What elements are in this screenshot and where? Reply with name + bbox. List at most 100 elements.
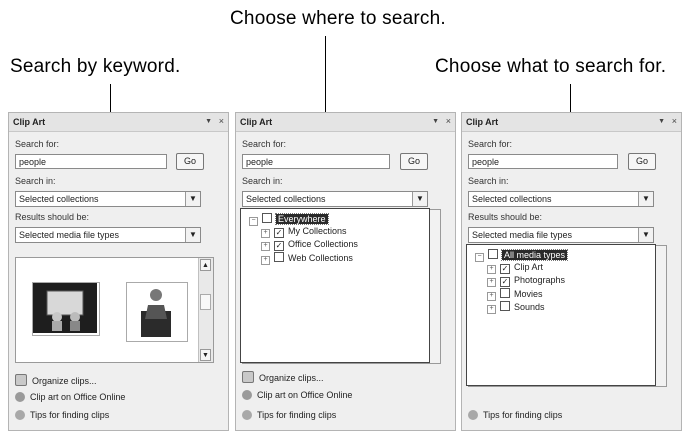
expand-icon[interactable]: + [261,242,270,251]
results-area: ▲ ▼ [15,257,214,363]
tree-label: Photographs [514,275,566,285]
tree-node-office-collections[interactable]: + ✓ Office Collections [261,239,358,251]
checkbox[interactable] [500,288,510,298]
go-button[interactable]: Go [628,153,656,170]
office-online-link[interactable]: Clip art on Office Online [15,392,125,402]
expand-icon[interactable]: + [261,229,270,238]
clip-thumbnail-person[interactable] [126,282,188,342]
close-icon[interactable]: × [219,116,224,126]
scroll-down-icon[interactable]: ▼ [200,349,211,361]
search-input[interactable]: people [242,154,390,169]
checkbox[interactable]: ✓ [500,264,510,274]
close-icon[interactable]: × [672,116,677,126]
collapse-icon[interactable]: − [249,217,258,226]
pane-titlebar: Clip Art ▼ × [9,113,228,132]
tree-node-everywhere[interactable]: − Everywhere [249,213,329,226]
media-types-dropdown: − All media types + ✓ Clip Art + ✓ Photograph… [466,244,656,386]
organize-clips-link[interactable]: Organize clips... [15,374,97,386]
search-in-select[interactable]: Selected collections ▼ [242,191,428,207]
callout-search-keyword: Search by keyword. [10,56,181,77]
results-value: Selected media file types [472,230,573,240]
expand-icon[interactable]: + [487,265,496,274]
results-select[interactable]: Selected media file types ▼ [468,227,654,243]
clip-art-pane-what: Clip Art ▼ × Search for: people Go Searc… [461,112,682,431]
callout-search-what: Choose what to search for. [435,56,667,77]
pane-options-icon[interactable]: ▼ [658,118,665,125]
office-online-link[interactable]: Clip art on Office Online [242,390,352,400]
organize-clips-link[interactable]: Organize clips... [242,371,324,383]
tree-node-movies[interactable]: + Movies [487,288,543,301]
expand-icon[interactable]: + [261,256,270,265]
search-in-label: Search in: [468,176,509,186]
go-button[interactable]: Go [176,153,204,170]
checkbox[interactable]: ✓ [274,228,284,238]
tips-link[interactable]: Tips for finding clips [15,410,109,420]
tips-link[interactable]: Tips for finding clips [468,410,562,420]
checkbox[interactable]: ✓ [274,241,284,251]
pane-title: Clip Art [13,117,46,127]
pane-options-icon[interactable]: ▼ [432,118,439,125]
organize-icon [15,374,27,386]
chevron-down-icon[interactable]: ▼ [638,228,653,242]
chevron-down-icon[interactable]: ▼ [412,192,427,206]
search-input[interactable]: people [468,154,618,169]
office-online-label: Clip art on Office Online [257,390,353,400]
search-in-select[interactable]: Selected collections ▼ [468,191,654,207]
tree-node-photographs[interactable]: + ✓ Photographs [487,275,565,287]
expand-icon[interactable]: + [487,305,496,314]
tree-node-my-collections[interactable]: + ✓ My Collections [261,226,347,238]
tree-label: All media types [500,249,569,261]
results-label: Results should be: [468,212,543,222]
tree-node-sounds[interactable]: + Sounds [487,301,545,314]
checkbox[interactable] [500,301,510,311]
organize-label: Organize clips... [259,373,324,383]
expand-icon[interactable]: + [487,278,496,287]
checkbox[interactable] [274,252,284,262]
close-icon[interactable]: × [446,116,451,126]
search-in-select[interactable]: Selected collections ▼ [15,191,201,207]
results-label: Results should be: [15,212,90,222]
scroll-thumb[interactable] [200,294,211,310]
pane-titlebar: Clip Art ▼ × [236,113,455,132]
tree-node-web-collections[interactable]: + Web Collections [261,252,353,265]
search-for-label: Search for: [242,139,287,149]
expand-icon[interactable]: + [487,292,496,301]
clip-thumbnail-people-screen[interactable] [32,282,100,336]
checkbox[interactable] [262,213,272,223]
search-for-label: Search for: [468,139,513,149]
checkbox[interactable]: ✓ [500,277,510,287]
tips-link[interactable]: Tips for finding clips [242,410,336,420]
results-select[interactable]: Selected media file types ▼ [15,227,201,243]
checkbox[interactable] [488,249,498,259]
tree-label: Web Collections [288,253,353,263]
go-button[interactable]: Go [400,153,428,170]
chevron-down-icon[interactable]: ▼ [185,192,200,206]
pane-title: Clip Art [466,117,499,127]
organize-icon [242,371,254,383]
search-in-value: Selected collections [472,194,552,204]
search-input[interactable]: people [15,154,167,169]
pane-options-icon[interactable]: ▼ [205,118,212,125]
search-in-value: Selected collections [19,194,99,204]
help-icon [468,410,478,420]
tree-node-clip-art[interactable]: + ✓ Clip Art [487,262,543,274]
tree-node-all-media[interactable]: − All media types [475,249,569,262]
clip-image [33,283,97,333]
results-scrollbar[interactable]: ▲ ▼ [198,258,213,362]
clip-art-pane-keyword: Clip Art ▼ × Search for: people Go Searc… [8,112,229,431]
help-icon [242,410,252,420]
chevron-down-icon[interactable]: ▼ [185,228,200,242]
results-value: Selected media file types [19,230,120,240]
help-icon [15,410,25,420]
scroll-up-icon[interactable]: ▲ [200,259,211,271]
clip-art-pane-where: Clip Art ▼ × Search for: people Go Searc… [235,112,456,431]
tree-label: Sounds [514,302,545,312]
tree-label: My Collections [288,226,347,236]
search-in-value: Selected collections [246,194,326,204]
office-online-label: Clip art on Office Online [30,392,126,402]
collections-dropdown: − Everywhere + ✓ My Collections + ✓ Office Co… [240,208,430,363]
chevron-down-icon[interactable]: ▼ [638,192,653,206]
organize-label: Organize clips... [32,376,97,386]
tips-label: Tips for finding clips [30,410,110,420]
collapse-icon[interactable]: − [475,253,484,262]
